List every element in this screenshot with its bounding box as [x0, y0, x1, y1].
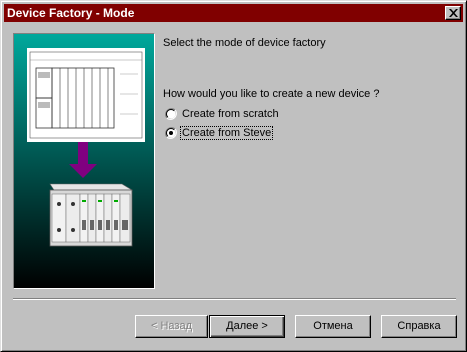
option-label[interactable]: Create from scratch — [181, 108, 280, 120]
device-schematic-illustration — [14, 34, 154, 288]
help-button[interactable]: Справка — [381, 315, 457, 338]
back-button[interactable]: < Назад — [135, 315, 208, 338]
schematic-icon — [27, 48, 145, 142]
wizard-heading: Select the mode of device factory — [163, 37, 326, 49]
option-label[interactable]: Create from Steve — [179, 126, 274, 140]
mode-question: How would you like to create a new devic… — [163, 88, 380, 100]
button-separator — [13, 298, 456, 300]
cancel-button[interactable]: Отмена — [295, 315, 371, 338]
title-bar[interactable]: Device Factory - Mode — [4, 4, 463, 22]
next-button[interactable]: Далее > — [209, 315, 285, 338]
radio-selected-icon[interactable] — [165, 127, 177, 139]
close-icon — [449, 9, 458, 17]
hardware-rack-icon — [49, 183, 134, 247]
device-factory-dialog: Device Factory - Mode Select the mode of… — [0, 0, 467, 352]
wizard-illustration — [13, 33, 155, 289]
close-button[interactable] — [445, 6, 461, 20]
radio-unselected-icon[interactable] — [165, 108, 177, 120]
window-title: Device Factory - Mode — [7, 6, 135, 20]
